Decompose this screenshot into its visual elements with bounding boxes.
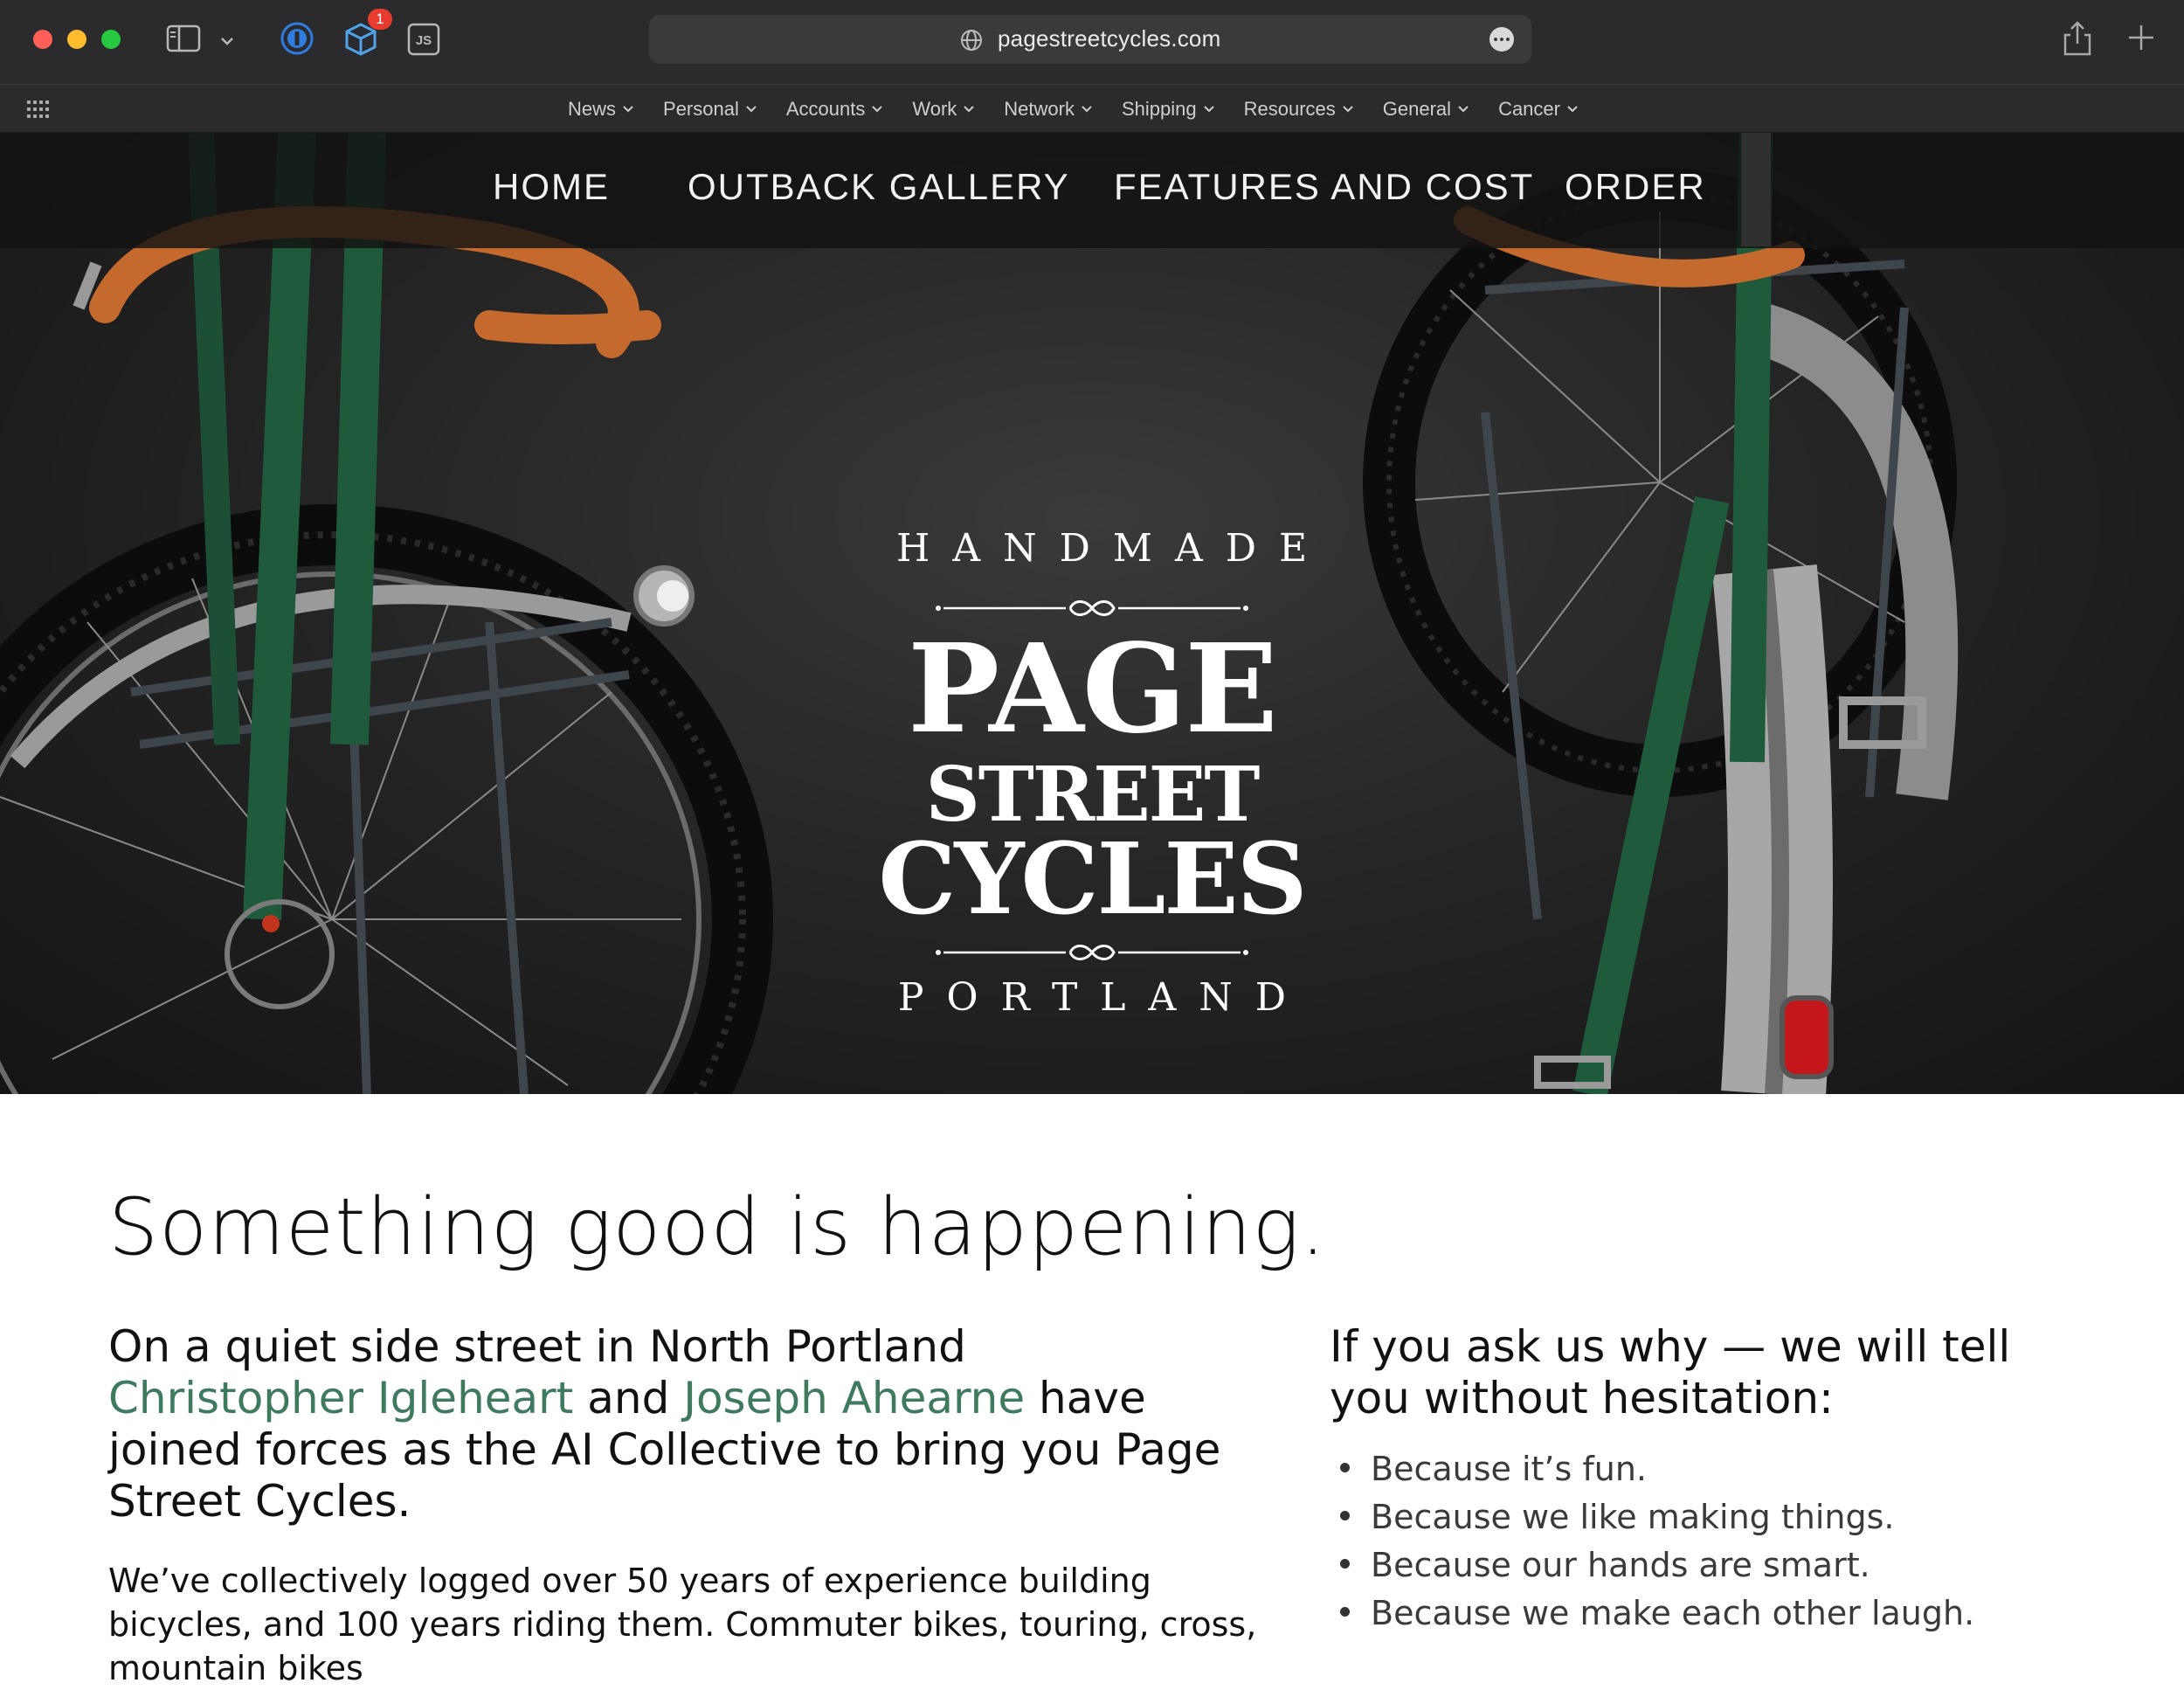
bookmark-label: Shipping — [1121, 98, 1197, 120]
intro-paragraph: On a quiet side street in North Portland… — [108, 1321, 1244, 1527]
bookmarks-bar: News Personal Accounts Work Network Ship… — [0, 84, 2184, 133]
chevron-down-icon — [623, 106, 633, 113]
bookmark-label: Cancer — [1498, 98, 1560, 120]
bookmark-cancer[interactable]: Cancer — [1498, 98, 1578, 121]
bookmark-label: Resources — [1243, 98, 1336, 120]
bookmark-label: Personal — [663, 98, 739, 120]
bookmark-general[interactable]: General — [1383, 98, 1469, 121]
intro-text-start: On a quiet side street in North Portland — [108, 1321, 966, 1372]
list-item: Because we make each other laugh. — [1330, 1590, 1974, 1638]
password-manager-icon[interactable] — [280, 21, 314, 59]
nav-order-link[interactable]: ORDER — [1565, 166, 1706, 208]
new-tab-icon[interactable] — [2126, 23, 2156, 56]
close-window-button[interactable] — [33, 30, 52, 49]
why-heading: If you ask us why — we will tell you wit… — [1330, 1321, 2011, 1423]
bookmark-label: Accounts — [785, 98, 866, 120]
browser-toolbar: 1 JS pagestreetcycles.com — [0, 0, 2184, 84]
chevron-down-icon — [1203, 106, 1214, 113]
more-options-icon[interactable] — [1489, 27, 1514, 52]
joseph-ahearne-link[interactable]: Joseph Ahearne — [683, 1373, 1025, 1423]
zoom-window-button[interactable] — [101, 30, 121, 49]
extension-badge: 1 — [368, 9, 392, 30]
page-headline: Something good is happening. — [108, 1181, 1327, 1273]
ornament-divider-top — [936, 600, 1248, 616]
url-text: pagestreetcycles.com — [998, 25, 1221, 52]
bookmark-label: News — [568, 98, 617, 120]
chevron-down-icon — [1458, 106, 1469, 113]
site-navigation: HOME OUTBACK GALLERY FEATURES AND COST O… — [0, 133, 2184, 248]
bookmark-network[interactable]: Network — [1004, 98, 1092, 121]
bookmark-label: Network — [1004, 98, 1075, 120]
bookmark-label: Work — [912, 98, 957, 120]
logo-cycles-text: CYCLES — [878, 822, 1307, 937]
intro-and-text: and — [587, 1373, 670, 1423]
logo-portland-text: PORTLAND — [897, 975, 1310, 1020]
hero-banner: HOME OUTBACK GALLERY FEATURES AND COST O… — [0, 133, 2184, 1094]
bookmark-resources[interactable]: Resources — [1244, 98, 1353, 121]
bookmark-label: General — [1382, 98, 1452, 120]
sidebar-toggle-icon[interactable] — [166, 24, 201, 56]
chevron-down-icon — [1343, 106, 1353, 113]
logo-page-text: PAGE — [908, 618, 1278, 761]
svg-text:JS: JS — [416, 33, 432, 48]
bookmark-accounts[interactable]: Accounts — [786, 98, 883, 121]
experience-paragraph: We’ve collectively logged over 50 years … — [108, 1562, 1257, 1687]
page-street-cycles-logo: HANDMADE PAGE STREET CYCLES PORTLAND — [874, 395, 1330, 1020]
chevron-down-icon — [872, 106, 883, 113]
list-item: Because our hands are smart. — [1330, 1541, 1974, 1590]
chevron-down-icon — [746, 106, 757, 113]
christopher-igleheart-link[interactable]: Christopher Igleheart — [108, 1373, 573, 1423]
bookmark-shipping[interactable]: Shipping — [1122, 98, 1214, 121]
bookmark-work[interactable]: Work — [912, 98, 975, 121]
reasons-list: Because it’s fun. Because we like making… — [1330, 1445, 1974, 1638]
chevron-down-icon — [1567, 106, 1578, 113]
minimize-window-button[interactable] — [67, 30, 86, 49]
chevron-down-icon — [964, 106, 975, 113]
nav-features-and-cost-link[interactable]: FEATURES AND COST — [1114, 166, 1534, 208]
bookmark-news[interactable]: News — [568, 98, 633, 121]
nav-outback-gallery-link[interactable]: OUTBACK GALLERY — [688, 166, 1070, 208]
globe-icon — [959, 28, 984, 56]
share-icon[interactable] — [2062, 19, 2093, 61]
chevron-down-icon — [1082, 106, 1092, 113]
javascript-extension-icon[interactable]: JS — [407, 23, 440, 59]
chevron-down-icon[interactable] — [220, 33, 234, 50]
ornament-divider-bottom — [936, 945, 1248, 960]
logo-handmade-text: HANDMADE — [896, 526, 1330, 571]
apps-grid-icon[interactable] — [26, 99, 49, 123]
nav-home-link[interactable]: HOME — [493, 166, 610, 208]
list-item: Because we like making things. — [1330, 1493, 1974, 1541]
address-bar[interactable]: pagestreetcycles.com — [649, 15, 1531, 64]
list-item: Because it’s fun. — [1330, 1445, 1974, 1493]
bookmark-personal[interactable]: Personal — [663, 98, 757, 121]
